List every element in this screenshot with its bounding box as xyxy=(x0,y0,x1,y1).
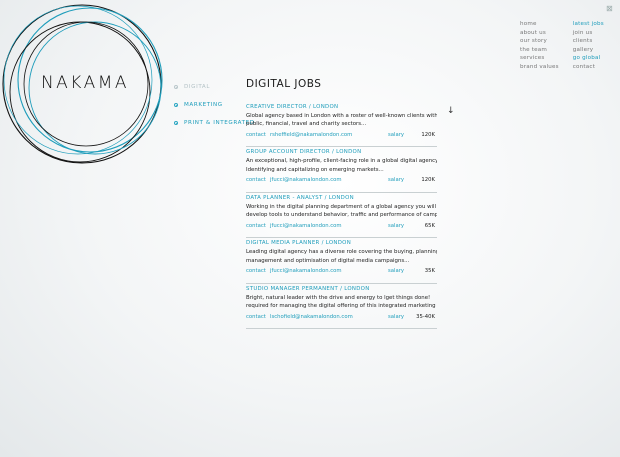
contact-label: contact xyxy=(246,313,266,320)
nav-brand-values[interactable]: brand values xyxy=(520,63,559,72)
job-item: CREATIVE DIRECTOR / LONDON Global agency… xyxy=(246,102,437,148)
top-nav-col-1: home about us our story the team service… xyxy=(520,20,559,72)
salary-label: salary xyxy=(388,268,405,275)
job-desc-line: Identifying and capitalizing on emerging… xyxy=(246,166,384,173)
nav-our-story[interactable]: our story xyxy=(520,37,559,46)
logo-text: NAKAMA xyxy=(40,73,130,93)
salary-label: salary xyxy=(388,222,405,229)
job-title[interactable]: GROUP ACCOUNT DIRECTOR / LONDON xyxy=(246,148,437,157)
salary-label: salary xyxy=(388,177,405,184)
side-nav: DIGITAL MARKETING PRINT & INTEGRATED xyxy=(174,78,255,132)
nav-services[interactable]: services xyxy=(520,54,559,63)
job-item: STUDIO MANAGER PERMANENT / LONDON Bright… xyxy=(246,284,437,329)
job-item: DATA PLANNER - ANALYST / LONDON Working … xyxy=(246,193,437,239)
job-title[interactable]: CREATIVE DIRECTOR / LONDON xyxy=(246,103,437,112)
nav-gallery[interactable]: gallery xyxy=(573,46,604,55)
nav-about-us[interactable]: about us xyxy=(520,29,559,38)
contact-label: contact xyxy=(246,222,266,229)
job-title[interactable]: STUDIO MANAGER PERMANENT / LONDON xyxy=(246,285,437,294)
job-meta: contact lschofield@nakamalondon.com sala… xyxy=(246,312,437,323)
top-nav-col-2: latest jobs join us clients gallery go g… xyxy=(573,20,604,72)
top-nav: home about us our story the team service… xyxy=(520,20,604,72)
close-icon[interactable]: ⊠ xyxy=(606,5,614,13)
job-title[interactable]: DIGITAL MEDIA PLANNER / LONDON xyxy=(246,239,437,248)
arrow-down-icon[interactable]: ↓ xyxy=(447,106,455,116)
salary-value: 120K xyxy=(421,177,435,184)
contact-email-link[interactable]: rsheffield@nakamalondon.com xyxy=(270,130,352,141)
nav-home[interactable]: home xyxy=(520,20,559,29)
job-desc-line: develop tools to understand behavior, tr… xyxy=(246,212,437,219)
contact-label: contact xyxy=(246,177,266,184)
job-desc-line: management and optimisation of digital m… xyxy=(246,257,410,264)
job-item: GROUP ACCOUNT DIRECTOR / LONDON An excep… xyxy=(246,147,437,193)
job-list: CREATIVE DIRECTOR / LONDON Global agency… xyxy=(246,102,437,329)
job-desc-line: An exceptional, high-profile, client-fac… xyxy=(246,158,437,165)
logo[interactable]: NAKAMA xyxy=(0,0,170,170)
page-title: DIGITAL JOBS xyxy=(246,78,322,90)
nav-the-team[interactable]: the team xyxy=(520,46,559,55)
bullet-icon xyxy=(174,103,178,107)
job-meta: contact rsheffield@nakamalondon.com sala… xyxy=(246,130,437,141)
job-meta: contact jfucci@nakamalondon.com salary 6… xyxy=(246,221,437,232)
job-desc-line: Bright, natural leader with the drive an… xyxy=(246,294,431,301)
job-title[interactable]: DATA PLANNER - ANALYST / LONDON xyxy=(246,194,437,203)
side-nav-print-integrated[interactable]: PRINT & INTEGRATED xyxy=(174,114,255,132)
job-desc-line: Working in the digital planning departme… xyxy=(246,203,436,210)
salary-value: 35K xyxy=(424,268,435,275)
job-description: Leading digital agency has a diverse rol… xyxy=(246,248,437,265)
salary-value: 120K xyxy=(421,132,435,138)
job-desc-line: Global agency based in London with a ros… xyxy=(246,113,437,119)
contact-label: contact xyxy=(246,132,266,138)
job-description: Working in the digital planning departme… xyxy=(246,203,437,220)
job-desc-line: required for managing the digital offeri… xyxy=(246,302,436,309)
bullet-icon xyxy=(174,85,178,89)
side-nav-label: MARKETING xyxy=(184,102,223,108)
side-nav-marketing[interactable]: MARKETING xyxy=(174,96,255,114)
job-description: Global agency based in London with a ros… xyxy=(246,112,437,129)
side-nav-digital[interactable]: DIGITAL xyxy=(174,78,255,96)
salary-label: salary xyxy=(388,313,405,320)
bullet-icon xyxy=(174,121,178,125)
nav-go-global[interactable]: go global xyxy=(573,54,604,63)
contact-email-link[interactable]: jfucci@nakamalondon.com xyxy=(270,266,342,277)
side-nav-label: PRINT & INTEGRATED xyxy=(184,120,255,126)
job-desc-line: Leading digital agency has a diverse rol… xyxy=(246,249,437,256)
job-description: Bright, natural leader with the drive an… xyxy=(246,294,437,311)
nav-latest-jobs[interactable]: latest jobs xyxy=(573,20,604,29)
nav-clients[interactable]: clients xyxy=(573,37,604,46)
salary-label: salary xyxy=(388,132,405,138)
job-item: DIGITAL MEDIA PLANNER / LONDON Leading d… xyxy=(246,238,437,284)
nav-contact[interactable]: contact xyxy=(573,63,604,72)
contact-email-link[interactable]: jfucci@nakamalondon.com xyxy=(270,221,342,232)
job-desc-line: public, financial, travel and charity se… xyxy=(246,121,367,128)
salary-value: 35-40K xyxy=(416,313,435,320)
job-description: An exceptional, high-profile, client-fac… xyxy=(246,157,437,174)
job-meta: contact jfucci@nakamalondon.com salary 3… xyxy=(246,266,437,277)
side-nav-label: DIGITAL xyxy=(184,84,211,90)
contact-email-link[interactable]: jfucci@nakamalondon.com xyxy=(270,175,342,186)
job-meta: contact jfucci@nakamalondon.com salary 1… xyxy=(246,175,437,186)
contact-label: contact xyxy=(246,268,266,275)
contact-email-link[interactable]: lschofield@nakamalondon.com xyxy=(270,312,353,323)
nav-join-us[interactable]: join us xyxy=(573,29,604,38)
salary-value: 65K xyxy=(424,222,435,229)
